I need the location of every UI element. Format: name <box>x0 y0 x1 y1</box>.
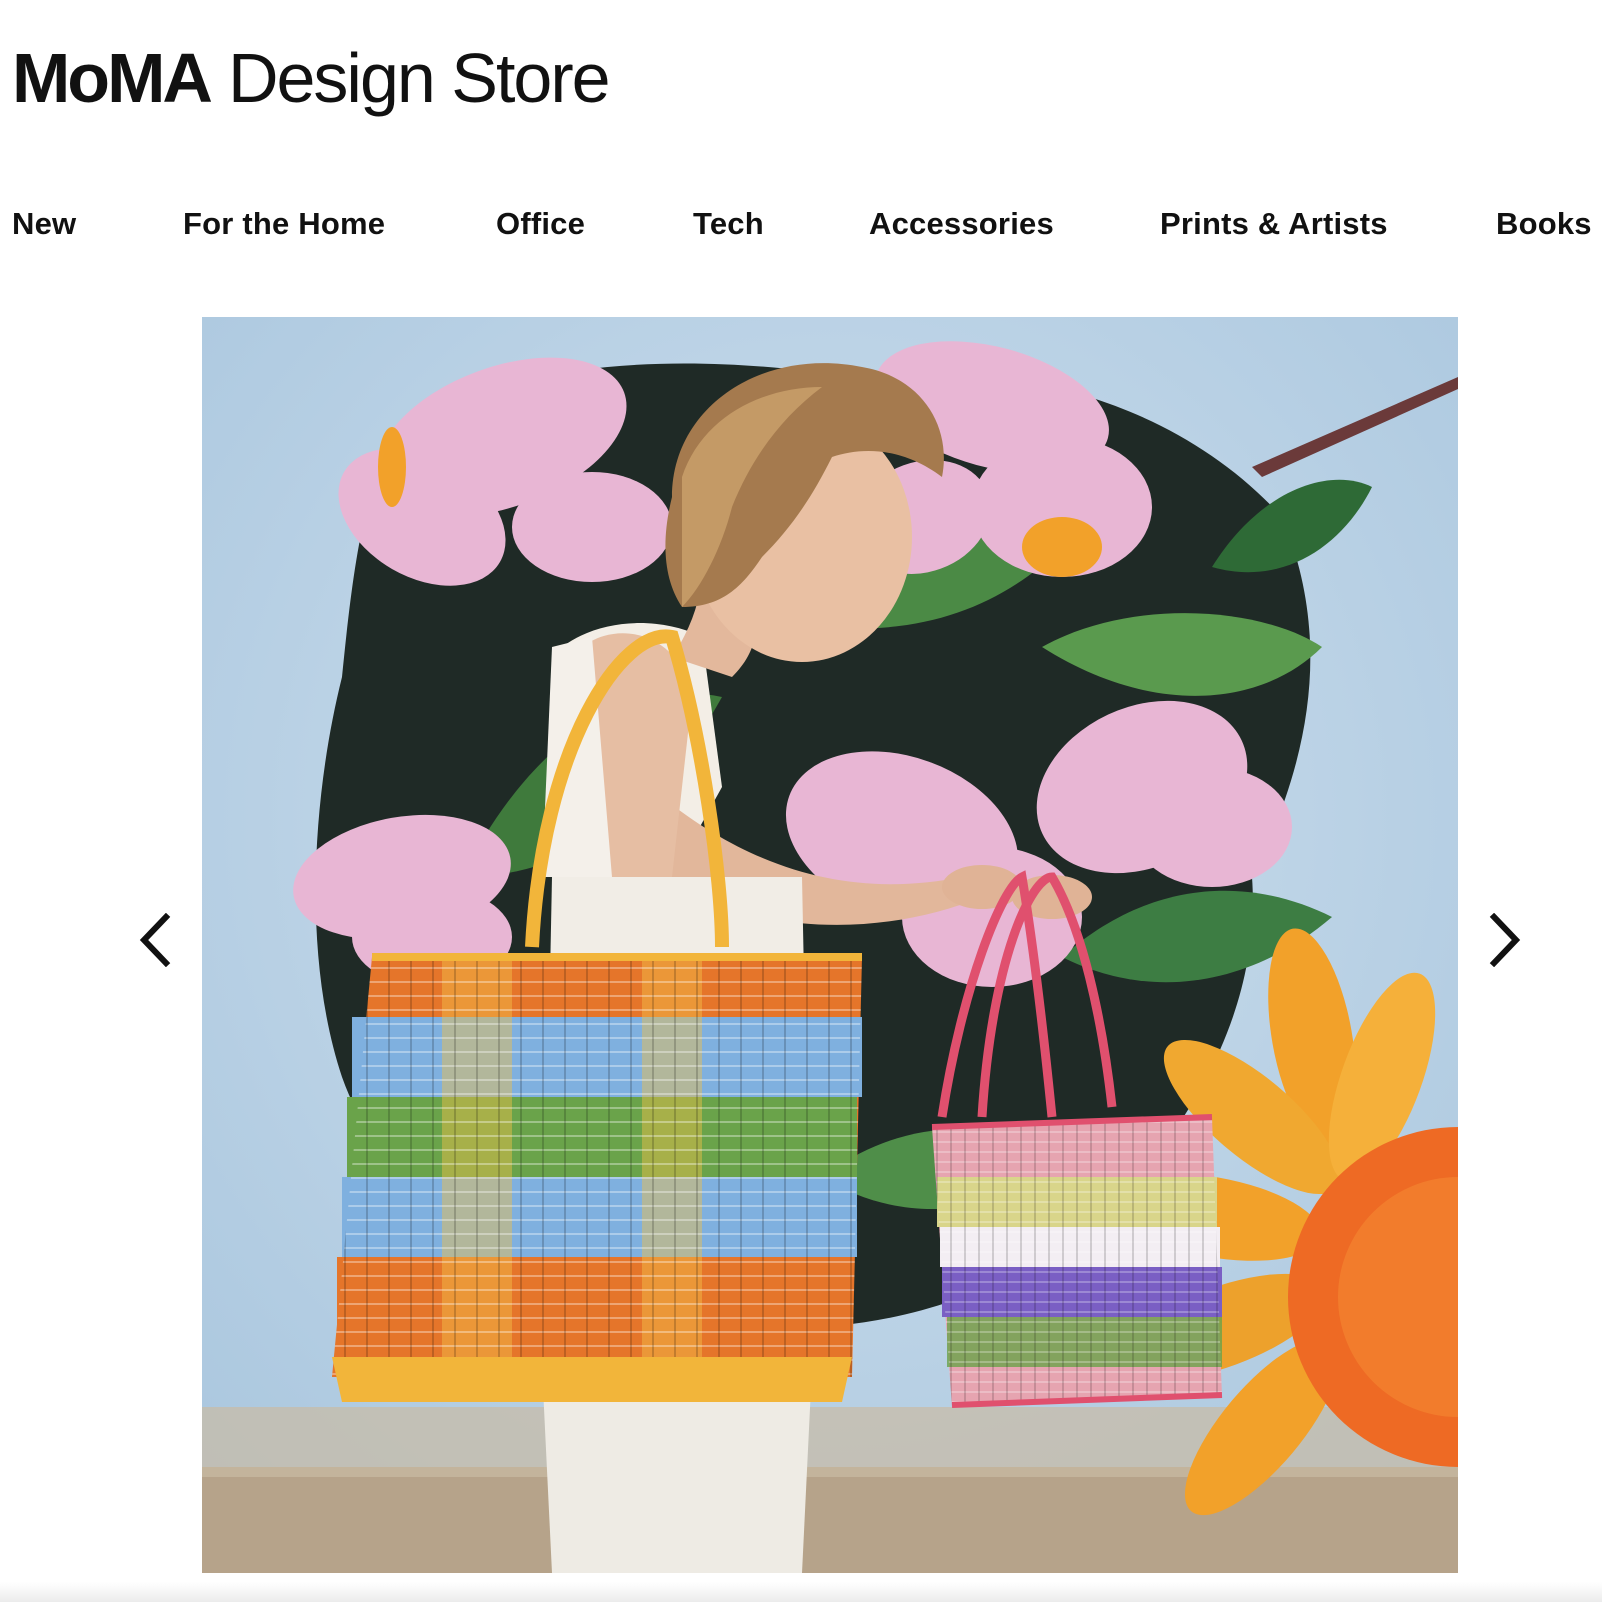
nav-item-tech[interactable]: Tech <box>693 206 764 242</box>
nav-item-for-the-home[interactable]: For the Home <box>183 206 385 242</box>
nav-item-office[interactable]: Office <box>496 206 585 242</box>
hero-image[interactable] <box>202 317 1458 1573</box>
nav-item-prints-artists[interactable]: Prints & Artists <box>1160 206 1388 242</box>
main-nav: New For the Home Office Tech Accessories… <box>0 206 1602 246</box>
nav-item-accessories[interactable]: Accessories <box>869 206 1054 242</box>
page-bottom-edge <box>0 1582 1602 1602</box>
logo-design-store: Design Store <box>227 39 611 117</box>
store-logo[interactable]: MoMA Design Store <box>12 38 611 118</box>
nav-item-new[interactable]: New <box>12 206 76 242</box>
carousel-prev-button[interactable] <box>134 910 178 970</box>
nav-item-books[interactable]: Books <box>1496 206 1592 242</box>
hero-illustration <box>202 317 1458 1573</box>
carousel-next-button[interactable] <box>1482 910 1526 970</box>
page: MoMA Design Store New For the Home Offic… <box>0 0 1602 1602</box>
chevron-right-icon <box>1489 913 1521 967</box>
logo-moma: MoMA <box>12 39 213 117</box>
chevron-left-icon <box>139 913 171 967</box>
